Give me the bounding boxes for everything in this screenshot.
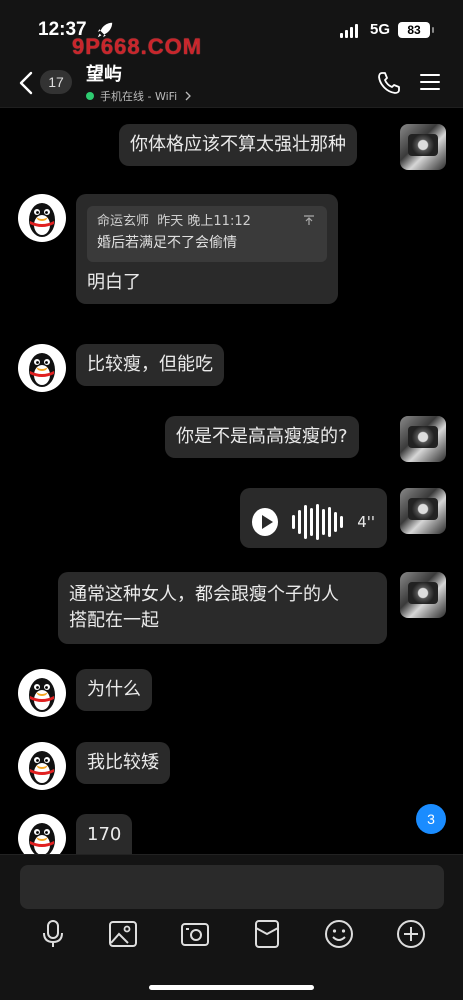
voice-message-bubble[interactable]: 4'': [240, 488, 387, 548]
voice-duration: 4'': [357, 513, 375, 531]
contact-avatar[interactable]: [18, 669, 66, 717]
message-text: 170: [87, 824, 122, 845]
my-avatar[interactable]: [400, 488, 446, 534]
unread-count-badge[interactable]: 17: [40, 70, 72, 94]
message-text: 明白了: [87, 272, 141, 293]
contact-avatar[interactable]: [18, 194, 66, 242]
plus-icon[interactable]: [396, 919, 426, 949]
camera-icon[interactable]: [180, 919, 210, 949]
phone-icon[interactable]: [376, 70, 402, 96]
red-packet-icon[interactable]: [252, 919, 282, 949]
my-avatar[interactable]: [400, 124, 446, 170]
quote-time: 昨天 晚上11:12: [157, 214, 251, 229]
signal-icon: [340, 24, 358, 38]
message-bubble-sent[interactable]: 你体格应该不算太强壮那种: [119, 124, 357, 166]
online-status[interactable]: 手机在线 - WiFi: [86, 88, 193, 104]
contact-avatar[interactable]: [18, 344, 66, 392]
online-dot-icon: [86, 92, 94, 100]
message-text-line: 通常这种女人，都会跟瘦个子的人: [69, 584, 339, 605]
contact-avatar[interactable]: [18, 814, 66, 854]
contact-name[interactable]: 望屿: [86, 60, 122, 86]
message-list[interactable]: 你体格应该不算太强壮那种 命运玄师 昨天 晚上11:12 婚后若满足不了会偷情 …: [0, 108, 463, 854]
message-bubble-sent[interactable]: 通常这种女人，都会跟瘦个子的人 搭配在一起: [58, 572, 387, 644]
play-icon[interactable]: [252, 508, 279, 536]
my-avatar[interactable]: [400, 416, 446, 462]
watermark-logo: 9P668.COM: [72, 34, 203, 59]
new-message-badge[interactable]: 3: [416, 804, 446, 834]
online-status-text: 手机在线 - WiFi: [100, 90, 178, 103]
message-bubble-received[interactable]: 命运玄师 昨天 晚上11:12 婚后若满足不了会偷情 明白了: [76, 194, 338, 304]
message-bubble-received[interactable]: 比较瘦，但能吃: [76, 344, 224, 386]
input-toolbar: [0, 919, 463, 951]
message-text: 你体格应该不算太强壮那种: [130, 134, 346, 155]
quote-jump-icon[interactable]: [303, 214, 315, 226]
qq-penguin-icon: [29, 678, 55, 712]
qq-penguin-icon: [29, 823, 55, 854]
battery-indicator: 83: [398, 22, 434, 38]
quote-sender: 命运玄师: [97, 214, 150, 229]
contact-avatar[interactable]: [18, 742, 66, 790]
message-bubble-sent[interactable]: 你是不是高高瘦瘦的?: [165, 416, 359, 458]
emoji-icon[interactable]: [324, 919, 354, 949]
message-bubble-received[interactable]: 170: [76, 814, 133, 854]
message-text: 我比较矮: [87, 752, 159, 773]
quoted-message[interactable]: 命运玄师 昨天 晚上11:12 婚后若满足不了会偷情: [87, 206, 327, 262]
qq-penguin-icon: [29, 203, 55, 237]
message-input[interactable]: [20, 865, 444, 909]
voice-waveform-icon: [292, 504, 344, 540]
message-text: 你是不是高高瘦瘦的?: [176, 426, 348, 447]
input-area: [0, 854, 463, 1000]
message-text: 比较瘦，但能吃: [87, 354, 213, 375]
message-text: 为什么: [87, 679, 141, 700]
message-text-line: 搭配在一起: [69, 610, 159, 631]
status-bar: 12:37 5G 83 9P668.COM: [0, 0, 463, 59]
quote-header: 命运玄师 昨天 晚上11:12: [97, 212, 317, 232]
my-avatar[interactable]: [400, 572, 446, 618]
back-chevron-icon[interactable]: [16, 70, 36, 96]
chat-header: 17 望屿 手机在线 - WiFi: [0, 58, 463, 108]
image-icon[interactable]: [108, 919, 138, 949]
mic-icon[interactable]: [38, 919, 68, 949]
qq-penguin-icon: [29, 751, 55, 785]
menu-icon[interactable]: [420, 73, 440, 91]
network-type: 5G: [370, 21, 391, 38]
qq-penguin-icon: [29, 353, 55, 387]
quote-text: 婚后若满足不了会偷情: [97, 235, 237, 251]
chevron-right-icon: [185, 91, 192, 101]
home-indicator[interactable]: [149, 985, 314, 990]
message-bubble-received[interactable]: 我比较矮: [76, 742, 170, 784]
message-bubble-received[interactable]: 为什么: [76, 669, 152, 711]
